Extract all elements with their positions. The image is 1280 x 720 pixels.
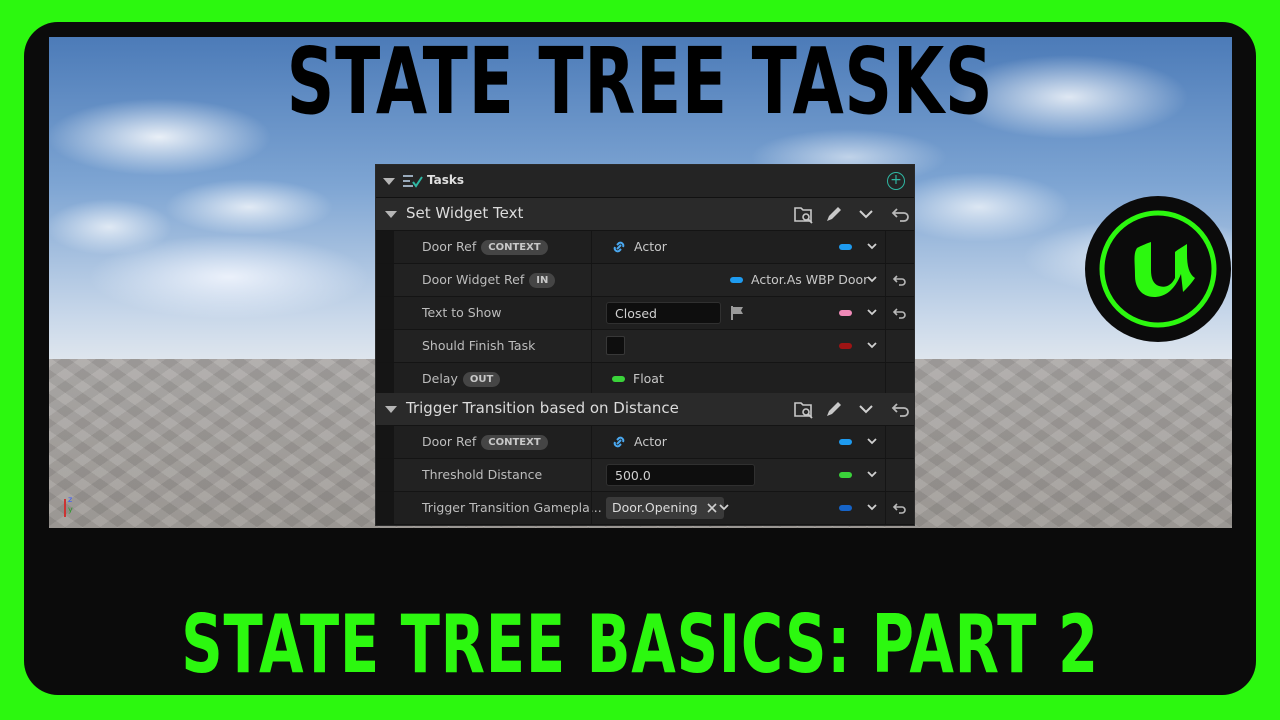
context-badge: CONTEXT: [481, 435, 548, 450]
out-badge: OUT: [462, 372, 501, 387]
chevron-down-icon[interactable]: [865, 239, 879, 253]
folder-search-icon[interactable]: [793, 203, 815, 225]
triangle-down-icon[interactable]: [385, 406, 397, 413]
type-pill: [730, 277, 743, 283]
text-to-show-input[interactable]: Closed: [606, 302, 721, 324]
axis-gizmo-icon: zy: [64, 495, 84, 521]
prop-should-finish-task[interactable]: Should Finish Task: [376, 330, 914, 363]
prop-label: Door Ref: [422, 434, 477, 449]
context-badge: CONTEXT: [481, 240, 548, 255]
task-title: Trigger Transition based on Distance: [406, 399, 679, 417]
prop-trigger-transition-tag[interactable]: Trigger Transition Gamepla... Door.Openi…: [376, 492, 914, 525]
type-pill: [839, 310, 852, 316]
type-pill: [612, 376, 625, 382]
title-top: STATE TREE TASKS: [286, 28, 994, 135]
revert-arrow-icon[interactable]: [892, 305, 908, 321]
prop-label: Door Widget Ref: [422, 272, 525, 287]
prop-door-widget-ref[interactable]: Door Widget Ref IN Actor.As WBP Door: [376, 264, 914, 297]
title-bottom: STATE TREE BASICS: PART 2: [181, 598, 1099, 691]
chevron-down-icon[interactable]: [855, 203, 877, 225]
prop-label: Should Finish Task: [422, 338, 536, 353]
in-badge: IN: [529, 273, 556, 288]
prop-value: Actor.As WBP Door: [751, 272, 869, 287]
link-icon: [613, 241, 625, 253]
revert-arrow-icon[interactable]: [892, 500, 908, 516]
chevron-down-icon[interactable]: [865, 467, 879, 481]
prop-label: Text to Show: [422, 305, 502, 320]
chevron-down-icon[interactable]: [865, 338, 879, 352]
x-icon[interactable]: [706, 502, 718, 514]
task-trigger-transition[interactable]: Trigger Transition based on Distance: [376, 393, 914, 426]
tasks-panel: Tasks + Set Widget Text Door Ref CONTEXT …: [375, 164, 915, 526]
prop-door-ref-2[interactable]: Door Ref CONTEXT Actor: [376, 426, 914, 459]
task-title: Set Widget Text: [406, 204, 524, 222]
prop-label: Threshold Distance: [422, 467, 543, 482]
gameplay-tag-chip[interactable]: Door.Opening: [606, 497, 724, 519]
folder-search-icon[interactable]: [793, 398, 815, 420]
prop-threshold-distance[interactable]: Threshold Distance 500.0: [376, 459, 914, 492]
prop-value: Actor: [634, 434, 667, 449]
prop-text-to-show[interactable]: Text to Show Closed: [376, 297, 914, 330]
revert-arrow-icon[interactable]: [890, 398, 912, 420]
prop-value: Actor: [634, 239, 667, 254]
checklist-icon: [403, 175, 423, 188]
prop-label: Door Ref: [422, 239, 477, 254]
prop-value: Float: [633, 371, 664, 386]
prop-label: Trigger Transition Gamepla...: [422, 500, 602, 515]
triangle-down-icon[interactable]: [383, 178, 395, 185]
task-set-widget-text[interactable]: Set Widget Text: [376, 198, 914, 231]
pencil-icon[interactable]: [823, 203, 845, 225]
chevron-down-icon[interactable]: [865, 272, 879, 286]
chevron-down-icon[interactable]: [865, 305, 879, 319]
should-finish-checkbox[interactable]: [606, 336, 625, 355]
unreal-logo: [1085, 196, 1231, 342]
type-pill: [839, 244, 852, 250]
link-icon: [613, 436, 625, 448]
plus-circle-icon[interactable]: +: [887, 172, 905, 190]
threshold-distance-input[interactable]: 500.0: [606, 464, 755, 486]
triangle-down-icon[interactable]: [385, 211, 397, 218]
chevron-down-icon[interactable]: [855, 398, 877, 420]
prop-door-ref[interactable]: Door Ref CONTEXT Actor: [376, 231, 914, 264]
type-pill: [839, 505, 852, 511]
type-pill: [839, 472, 852, 478]
chevron-down-icon[interactable]: [865, 500, 879, 514]
chevron-down-icon[interactable]: [717, 500, 731, 514]
chevron-down-icon[interactable]: [865, 434, 879, 448]
type-pill: [839, 343, 852, 349]
type-pill: [839, 439, 852, 445]
revert-arrow-icon[interactable]: [892, 272, 908, 288]
revert-arrow-icon[interactable]: [890, 203, 912, 225]
prop-label: Delay: [422, 371, 458, 386]
flag-icon[interactable]: [729, 304, 747, 322]
tag-label: Door.Opening: [612, 500, 698, 515]
pencil-icon[interactable]: [823, 398, 845, 420]
prop-delay[interactable]: Delay OUT Float: [376, 363, 914, 396]
tasks-title: Tasks: [427, 173, 465, 187]
tasks-header[interactable]: Tasks +: [376, 165, 914, 198]
